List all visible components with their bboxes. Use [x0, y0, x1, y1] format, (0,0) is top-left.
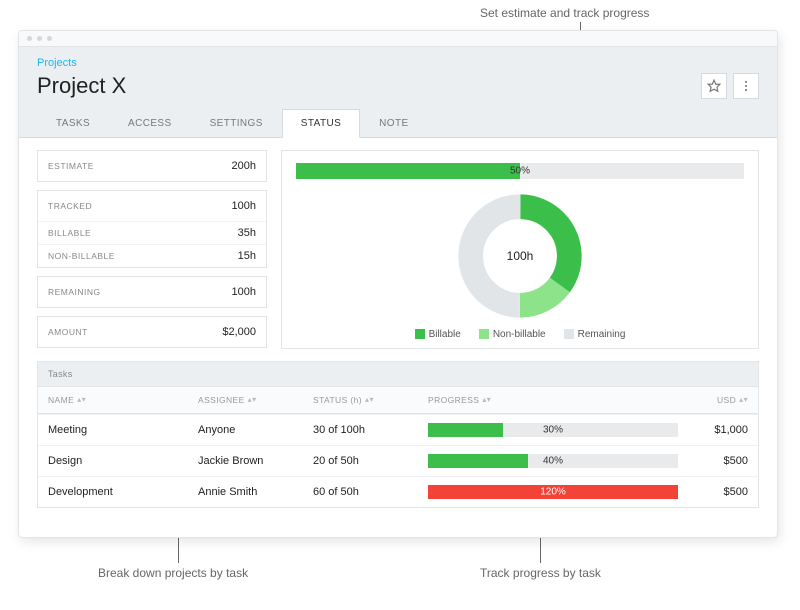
swatch-icon	[479, 329, 489, 339]
table-row[interactable]: DevelopmentAnnie Smith60 of 50h 120% $500	[38, 476, 758, 507]
traffic-light-dot	[47, 36, 52, 41]
donut-center-label: 100h	[507, 249, 534, 263]
task-progress-label: 120%	[540, 487, 566, 498]
progress-percent-label: 50%	[510, 166, 530, 177]
favorite-button[interactable]	[701, 73, 727, 99]
cell-name: Development	[38, 478, 188, 506]
cell-progress: 120%	[418, 477, 688, 507]
task-progress-bar: 40%	[428, 454, 678, 468]
cell-usd: $500	[688, 447, 758, 475]
tab-access[interactable]: ACCESS	[109, 109, 191, 137]
stat-amount: AMOUNT $2,000	[37, 316, 267, 348]
more-button[interactable]	[733, 73, 759, 99]
stat-remaining: REMAINING 100h	[37, 276, 267, 308]
app-window: Projects Project X TASKS ACCESS SETTINGS	[18, 30, 778, 538]
stat-value: 100h	[232, 200, 256, 212]
stat-value: $2,000	[222, 326, 256, 338]
status-panel: ESTIMATE 200h TRACKED 100h BILLABLE 35h NON…	[19, 137, 777, 361]
traffic-light-dot	[37, 36, 42, 41]
tab-note[interactable]: NOTE	[360, 109, 427, 137]
stat-label: ESTIMATE	[48, 161, 94, 171]
sort-icon: ▴▾	[482, 397, 491, 403]
stats-column: ESTIMATE 200h TRACKED 100h BILLABLE 35h NON…	[37, 150, 267, 349]
tasks-header-row: NAME▴▾ ASSIGNEE▴▾ STATUS (h)▴▾ PROGRESS▴…	[38, 386, 758, 414]
cell-usd: $1,000	[688, 416, 758, 444]
more-vertical-icon	[739, 79, 753, 93]
stat-value: 200h	[232, 160, 256, 172]
annotation-bottom-right: Track progress by task	[480, 566, 601, 580]
cell-assignee: Jackie Brown	[188, 447, 303, 475]
stat-value: 35h	[238, 227, 256, 239]
tab-settings[interactable]: SETTINGS	[191, 109, 282, 137]
overall-progress-bar: 50%	[296, 163, 744, 179]
sort-icon: ▴▾	[739, 397, 748, 403]
table-row[interactable]: MeetingAnyone30 of 100h 30% $1,000	[38, 414, 758, 445]
donut-chart: 100h	[455, 191, 585, 321]
cell-name: Meeting	[38, 416, 188, 444]
swatch-icon	[415, 329, 425, 339]
stat-value: 100h	[232, 286, 256, 298]
sort-icon: ▴▾	[77, 397, 86, 403]
window-titlebar	[19, 31, 777, 47]
legend-billable: Billable	[415, 329, 461, 340]
progress-fill	[296, 163, 520, 179]
page-header: Projects Project X TASKS ACCESS SETTINGS	[19, 47, 777, 137]
col-assignee[interactable]: ASSIGNEE▴▾	[188, 387, 303, 413]
task-progress-label: 30%	[543, 425, 563, 436]
cell-status: 60 of 50h	[303, 478, 418, 506]
sort-icon: ▴▾	[248, 397, 257, 403]
star-icon	[707, 79, 721, 93]
col-name[interactable]: NAME▴▾	[38, 387, 188, 413]
stat-label: BILLABLE	[48, 228, 91, 238]
annotation-top: Set estimate and track progress	[480, 6, 649, 20]
task-progress-fill	[428, 423, 503, 437]
sort-icon: ▴▾	[365, 397, 374, 403]
tasks-table: Tasks NAME▴▾ ASSIGNEE▴▾ STATUS (h)▴▾ PRO…	[37, 361, 759, 508]
cell-usd: $500	[688, 478, 758, 506]
stat-label: AMOUNT	[48, 327, 88, 337]
col-status[interactable]: STATUS (h)▴▾	[303, 387, 418, 413]
stat-label: NON-BILLABLE	[48, 251, 115, 261]
table-row[interactable]: DesignJackie Brown20 of 50h 40% $500	[38, 445, 758, 476]
chart-panel: 50% 100h Billable Non-billable Remaining	[281, 150, 759, 349]
stat-estimate: ESTIMATE 200h	[37, 150, 267, 182]
cell-progress: 40%	[418, 446, 688, 476]
tab-tasks[interactable]: TASKS	[37, 109, 109, 137]
stat-tracked: TRACKED 100h BILLABLE 35h NON-BILLABLE 15h	[37, 190, 267, 268]
cell-assignee: Annie Smith	[188, 478, 303, 506]
tab-bar: TASKS ACCESS SETTINGS STATUS NOTE	[37, 109, 759, 137]
cell-status: 20 of 50h	[303, 447, 418, 475]
cell-assignee: Anyone	[188, 416, 303, 444]
annotation-bottom-left: Break down projects by task	[98, 566, 248, 580]
cell-name: Design	[38, 447, 188, 475]
task-progress-label: 40%	[543, 456, 563, 467]
cell-progress: 30%	[418, 415, 688, 445]
legend-remaining: Remaining	[564, 329, 626, 340]
task-progress-fill	[428, 454, 528, 468]
col-progress[interactable]: PROGRESS▴▾	[418, 387, 688, 413]
legend-nonbillable: Non-billable	[479, 329, 546, 340]
col-usd[interactable]: USD▴▾	[688, 387, 758, 413]
stat-label: REMAINING	[48, 287, 101, 297]
swatch-icon	[564, 329, 574, 339]
stat-label: TRACKED	[48, 201, 92, 211]
breadcrumb[interactable]: Projects	[37, 57, 759, 69]
task-progress-bar: 120%	[428, 485, 678, 499]
page-title: Project X	[37, 73, 126, 99]
task-progress-bar: 30%	[428, 423, 678, 437]
cell-status: 30 of 100h	[303, 416, 418, 444]
stat-value: 15h	[238, 250, 256, 262]
chart-legend: Billable Non-billable Remaining	[415, 329, 626, 340]
tab-status[interactable]: STATUS	[282, 109, 360, 138]
traffic-light-dot	[27, 36, 32, 41]
tasks-heading: Tasks	[38, 362, 758, 386]
